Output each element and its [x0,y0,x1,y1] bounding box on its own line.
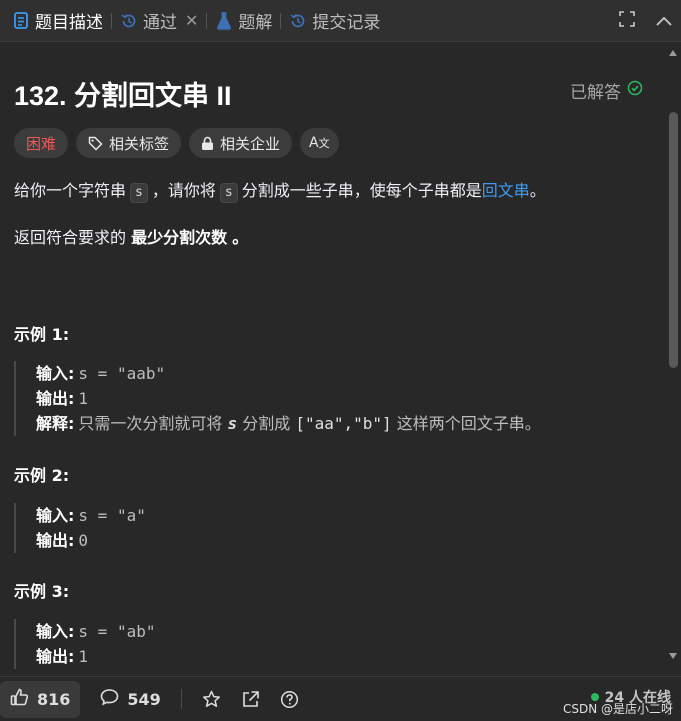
example-input: 输入: s = "aab" [36,361,541,386]
input-label: 输入: [36,364,75,383]
scrollbar[interactable] [665,42,681,676]
tab-divider [111,12,112,29]
example-block: 输入: s = "a" 输出: 0 [14,503,146,553]
translate-icon: A文 [309,135,330,151]
panel-controls [619,0,673,42]
related-companies-label: 相关企业 [220,134,281,153]
example-block: 输入: s = "ab" 输出: 1 [14,619,155,669]
tab-description[interactable]: 题目描述 [6,0,109,42]
history-icon [120,12,138,30]
output-label: 输出: [36,389,75,408]
inline-code: s [219,183,238,203]
like-count: 816 [37,689,71,709]
explain-text: 只需一次分割就可将 [78,414,223,433]
thumbs-up-icon [10,688,29,710]
explain-var: s [227,414,238,433]
tag-icon [88,136,103,151]
explain-text: 分割成 [242,414,291,433]
input-value: s = "a" [78,506,146,525]
desc-bold: 最少分割次数 [131,228,228,247]
check-circle-icon [627,80,643,101]
watermark: CSDN @是店小二呀 [562,702,673,716]
tab-divider [280,12,282,29]
example-output: 输出: 1 [36,644,155,669]
tab-divider [206,12,208,29]
desc-text: 返回符合要求的 [14,228,127,247]
star-icon[interactable] [202,690,221,708]
example-explanation: 解释: 只需一次分割就可将 s 分割成 ["aa","b"] 这样两个回文子串。 [36,411,541,436]
inline-code: s [130,183,148,203]
fullscreen-icon[interactable] [619,11,635,31]
example-output: 输出: 0 [36,528,146,553]
toolbar-divider [180,689,182,709]
explain-label: 解释: [36,414,75,433]
example-input: 输入: s = "ab" [36,619,155,644]
related-companies-button[interactable]: 相关企业 [189,128,293,158]
scroll-down-arrow-icon[interactable] [669,653,677,659]
tab-label: 提交记录 [312,13,381,33]
translate-button[interactable]: A文 [300,128,339,158]
example-output: 输出: 1 [36,386,541,411]
input-value: s = "aab" [78,364,166,383]
desc-text: ，请你将 [151,181,216,200]
tab-label: 题目描述 [35,13,103,33]
desc-text: 分割成一些子串，使每个子串都是 [241,181,482,200]
example-block: 输入: s = "aab" 输出: 1 解释: 只需一次分割就可将 s 分割成 ["a… [14,361,541,436]
example-input: 输入: s = "a" [36,503,146,528]
tag-row: 困难 相关标签 相关企业 A文 [14,128,339,158]
chevron-up-icon[interactable] [655,12,673,31]
scroll-up-arrow-icon[interactable] [669,50,677,56]
explain-text: 这样两个回文子串。 [396,414,541,433]
output-label: 输出: [36,531,75,550]
flask-icon [215,11,233,30]
tab-solutions[interactable]: 题解 [209,0,278,42]
bottom-toolbar: 816 549 24 人在线 CSDN @是店小二呀 [0,676,681,721]
tab-bar: 题目描述 通过 ✕ 题解 提交记录 [0,0,681,42]
input-label: 输入: [36,506,75,525]
output-value: 1 [78,647,89,666]
input-label: 输入: [36,622,75,641]
palindrome-link[interactable]: 回文串 [482,181,530,200]
lock-icon [201,136,214,151]
solved-label: 已解答 [570,83,621,103]
solved-status: 已解答 [570,78,643,103]
output-value: 1 [78,389,89,408]
help-icon[interactable] [280,690,299,709]
difficulty-badge: 困难 [14,128,69,158]
desc-text: 。 [232,228,249,247]
tab-submissions[interactable]: 提交记录 [283,0,386,42]
related-tags-button[interactable]: 相关标签 [76,128,182,158]
tab-accepted[interactable]: 通过 ✕ [114,0,204,42]
related-tags-label: 相关标签 [109,134,170,153]
input-value: s = "ab" [78,622,156,641]
page-title: 132. 分割回文串 II [14,81,232,111]
tab-label: 题解 [238,13,273,33]
example-title: 示例 3: [14,582,70,601]
explain-code: ["aa","b"] [295,414,392,433]
scrollbar-thumb[interactable] [669,112,678,368]
example-title: 示例 1: [14,325,70,344]
description-paragraph-1: 给你一个字符串 s ，请你将 s 分割成一些子串，使每个子串都是回文串。 [14,179,546,203]
desc-text: 给你一个字符串 [14,181,127,200]
document-icon [12,12,30,30]
comment-icon [100,688,119,710]
output-value: 0 [78,531,89,550]
problem-content: 132. 分割回文串 II 已解答 困难 相关标签 相关企业 A文 给你一个字符… [0,42,665,676]
history-icon [289,12,307,30]
comment-count: 549 [127,689,161,709]
output-label: 输出: [36,647,75,666]
comments-button[interactable]: 549 [100,688,161,710]
desc-text: 。 [529,181,546,200]
tab-label: 通过 [143,13,177,33]
difficulty-label: 困难 [26,134,57,153]
close-icon[interactable]: ✕ [185,11,198,30]
like-button[interactable]: 816 [0,680,81,718]
example-title: 示例 2: [14,466,70,485]
share-icon[interactable] [241,690,260,708]
description-paragraph-2: 返回符合要求的 最少分割次数 。 [14,226,248,250]
